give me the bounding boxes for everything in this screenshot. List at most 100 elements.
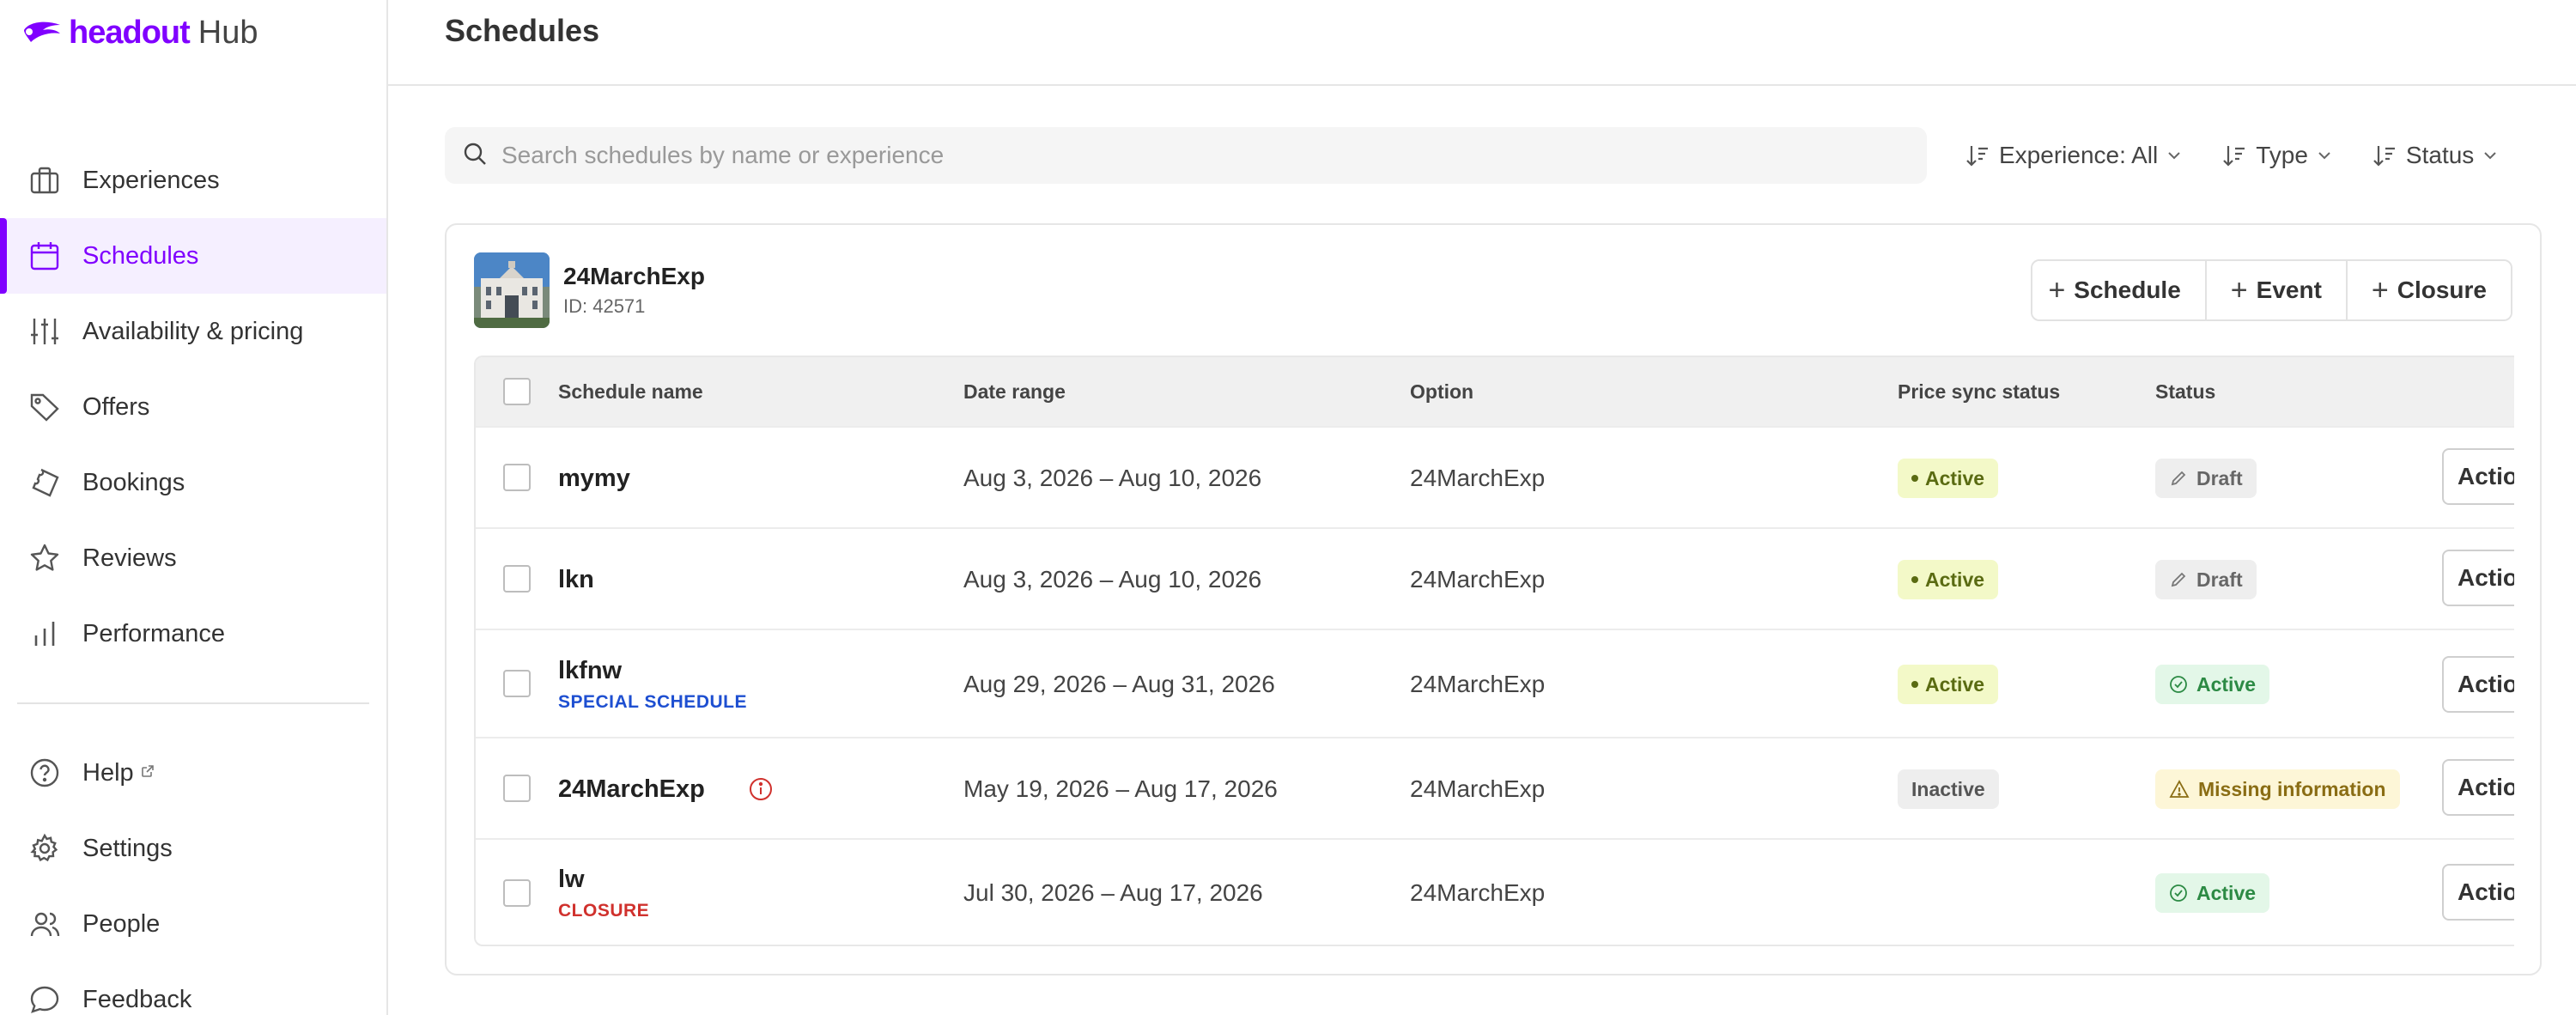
- row-checkbox[interactable]: [503, 775, 531, 802]
- sidebar-item-label: Settings: [82, 834, 173, 862]
- schedule-name[interactable]: lkn: [558, 566, 594, 594]
- sidebar-item-label: Offers: [82, 392, 150, 421]
- search-box[interactable]: [445, 127, 1927, 184]
- sidebar-item-people[interactable]: People: [0, 886, 386, 962]
- calendar-icon: [27, 239, 62, 273]
- sidebar-item-settings[interactable]: Settings: [0, 811, 386, 886]
- price-sync-label: Inactive: [1911, 777, 1985, 800]
- table-row[interactable]: lw CLOSURE Jul 30, 2026 – Aug 17, 2026 2…: [476, 838, 2514, 945]
- schedule-name[interactable]: 24MarchExp: [558, 775, 705, 804]
- sidebar-item-help[interactable]: Help: [0, 735, 386, 811]
- help-circle-icon: [27, 756, 62, 790]
- info-icon[interactable]: [748, 776, 774, 802]
- brand-logo[interactable]: headout Hub: [21, 12, 258, 53]
- sidebar-item-schedules[interactable]: Schedules: [0, 218, 386, 294]
- sidebar-item-bookings[interactable]: Bookings: [0, 445, 386, 520]
- date-range: Aug 29, 2026 – Aug 31, 2026: [963, 671, 1275, 697]
- add-closure-button[interactable]: + Closure: [2345, 261, 2511, 319]
- sidebar-item-label: Help: [82, 758, 134, 787]
- plus-icon: +: [2048, 273, 2066, 307]
- closure-tag: CLOSURE: [558, 900, 650, 921]
- bar-chart-icon: [27, 617, 62, 651]
- price-sync-badge: Inactive: [1898, 769, 1999, 809]
- column-header-sync[interactable]: Price sync status: [1898, 357, 2060, 426]
- option-name: 24MarchExp: [1410, 566, 1546, 593]
- plus-icon: +: [2371, 273, 2389, 307]
- add-schedule-button[interactable]: + Schedule: [2032, 261, 2205, 319]
- row-actions-button[interactable]: Actions: [2442, 656, 2514, 713]
- row-checkbox[interactable]: [503, 464, 531, 491]
- row-actions-button[interactable]: Actions: [2442, 550, 2514, 606]
- pencil-icon: [2171, 471, 2186, 486]
- special-schedule-tag: SPECIAL SCHEDULE: [558, 691, 747, 712]
- experience-card: 24MarchExp ID: 42571 + Schedule + Event …: [445, 223, 2542, 975]
- table-row[interactable]: mymy Aug 3, 2026 – Aug 10, 2026 24MarchE…: [476, 426, 2514, 527]
- chevron-down-icon: [2484, 152, 2497, 160]
- sidebar-item-label: Availability & pricing: [82, 317, 304, 345]
- schedule-name[interactable]: mymy: [558, 465, 630, 493]
- sidebar-item-performance[interactable]: Performance: [0, 596, 386, 672]
- people-icon: [27, 907, 62, 941]
- status-filter[interactable]: Status: [2372, 142, 2500, 169]
- row-actions-button[interactable]: Actions: [2442, 759, 2514, 816]
- status-badge: Active: [2155, 873, 2270, 913]
- search-icon: [462, 141, 488, 171]
- sidebar-item-feedback[interactable]: Feedback: [0, 962, 386, 1015]
- brand-name: headout: [69, 14, 191, 51]
- sidebar-item-label: Experiences: [82, 166, 220, 194]
- price-sync-label: Active: [1925, 672, 1985, 696]
- page-title: Schedules: [445, 13, 600, 48]
- add-event-button[interactable]: + Event: [2204, 261, 2346, 319]
- option-name: 24MarchExp: [1410, 671, 1546, 697]
- check-circle-icon: [2170, 676, 2187, 693]
- pencil-icon: [2171, 572, 2186, 587]
- warning-icon: [2169, 780, 2190, 798]
- chat-bubble-icon: [27, 982, 62, 1015]
- select-all-checkbox[interactable]: [503, 378, 531, 405]
- search-input[interactable]: [501, 142, 1875, 169]
- price-sync-badge: Active: [1898, 665, 1999, 704]
- table-row[interactable]: lkn Aug 3, 2026 – Aug 10, 2026 24MarchEx…: [476, 527, 2514, 629]
- top-bar: Schedules: [388, 0, 2576, 86]
- schedule-name[interactable]: lkfnw: [558, 657, 622, 685]
- column-header-status[interactable]: Status: [2155, 357, 2215, 426]
- table-row[interactable]: lkfnw SPECIAL SCHEDULE Aug 29, 2026 – Au…: [476, 629, 2514, 737]
- price-sync-badge: Active: [1898, 459, 1999, 498]
- status-label: Draft: [2196, 568, 2243, 591]
- experience-filter[interactable]: Experience: All: [1965, 142, 2184, 169]
- table-row[interactable]: 24MarchExp May 19, 2026 – Aug 17, 2026 2…: [476, 737, 2514, 838]
- row-checkbox[interactable]: [503, 565, 531, 593]
- table-header: Schedule name Date range Option Price sy…: [476, 357, 2514, 426]
- schedule-name[interactable]: lw: [558, 866, 585, 894]
- status-label: Missing information: [2198, 777, 2386, 800]
- gear-icon: [27, 831, 62, 866]
- schedules-table: Schedule name Date range Option Price sy…: [474, 356, 2514, 946]
- sidebar-item-availability-pricing[interactable]: Availability & pricing: [0, 294, 386, 369]
- experience-id: ID: 42571: [563, 295, 646, 317]
- type-filter[interactable]: Type: [2221, 142, 2334, 169]
- row-actions-button[interactable]: Actions: [2442, 864, 2514, 921]
- date-range: May 19, 2026 – Aug 17, 2026: [963, 775, 1278, 802]
- column-header-name[interactable]: Schedule name: [558, 357, 703, 426]
- sidebar-nav: Experiences Schedules Availability & pri…: [0, 143, 386, 1015]
- add-event-label: Event: [2256, 277, 2322, 303]
- plus-icon: +: [2230, 273, 2248, 307]
- sidebar-item-label: Bookings: [82, 468, 185, 496]
- row-actions-button[interactable]: Actions: [2442, 448, 2514, 505]
- experience-name: 24MarchExp: [563, 263, 705, 289]
- sidebar: headout Hub Experiences Schedules Availa…: [0, 0, 388, 1015]
- row-checkbox[interactable]: [503, 879, 531, 907]
- status-label: Active: [2196, 881, 2257, 904]
- sidebar-item-experiences[interactable]: Experiences: [0, 143, 386, 218]
- sidebar-divider: [17, 702, 369, 704]
- column-header-date[interactable]: Date range: [963, 357, 1066, 426]
- column-header-option[interactable]: Option: [1410, 357, 1473, 426]
- sidebar-item-reviews[interactable]: Reviews: [0, 520, 386, 596]
- price-sync-label: Active: [1925, 466, 1985, 489]
- row-checkbox[interactable]: [503, 670, 531, 697]
- sidebar-item-label: Performance: [82, 619, 226, 647]
- experience-thumbnail: [474, 252, 550, 328]
- add-schedule-label: Schedule: [2074, 277, 2181, 303]
- dot-icon: [1911, 475, 1918, 482]
- sidebar-item-offers[interactable]: Offers: [0, 369, 386, 445]
